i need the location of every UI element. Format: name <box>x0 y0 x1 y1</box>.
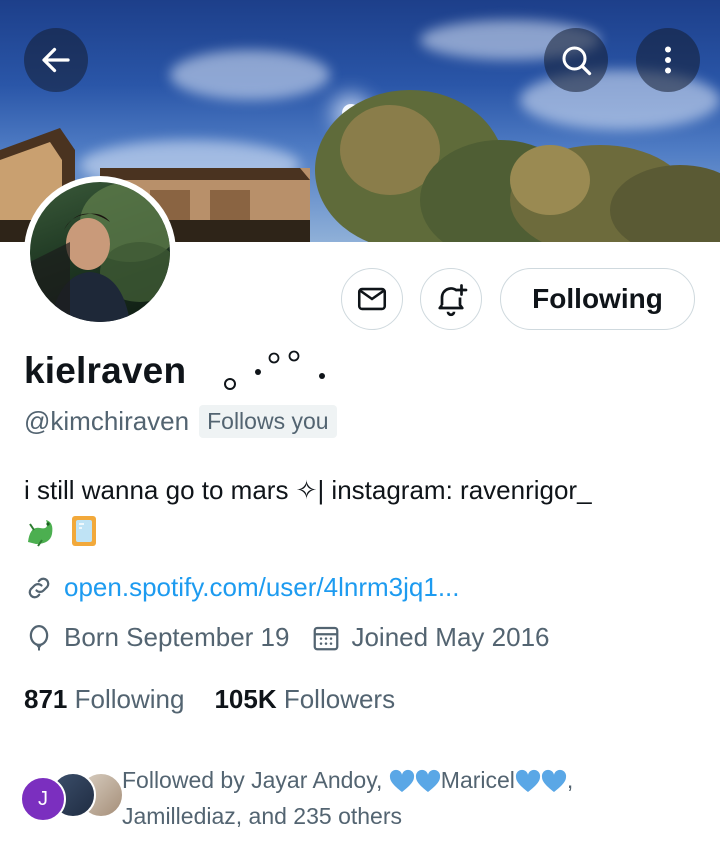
arrow-left-icon <box>42 47 70 73</box>
avatar-photo <box>30 182 170 322</box>
following-button[interactable]: Following <box>500 268 695 330</box>
followers-stat[interactable]: 105K Followers <box>214 684 395 715</box>
avatar: J <box>20 776 66 822</box>
link-row: open.spotify.com/user/4lnrm3jq1... <box>24 572 459 603</box>
blue-heart-icon <box>389 769 440 792</box>
dates-row: Born September 19 Joined May 2016 <box>24 622 550 653</box>
balloon-icon <box>29 624 49 650</box>
back-button[interactable] <box>24 28 88 92</box>
message-button[interactable] <box>341 268 403 330</box>
followed-by-avatars[interactable]: J <box>20 772 124 822</box>
search-icon <box>562 46 592 76</box>
born-date: Born September 19 <box>64 622 290 652</box>
bell-plus-icon <box>438 284 468 317</box>
dragon-icon <box>28 520 53 547</box>
follow-stats: 871 Following 105K Followers <box>24 684 395 715</box>
more-vertical-icon <box>665 46 671 74</box>
bio-emoji <box>28 516 96 547</box>
notify-button[interactable] <box>420 268 482 330</box>
following-stat[interactable]: 871 Following <box>24 684 184 715</box>
joined-date: Joined May 2016 <box>351 622 550 652</box>
profile-link[interactable]: open.spotify.com/user/4lnrm3jq1... <box>64 572 459 603</box>
display-name: kielraven <box>24 350 187 391</box>
name-decoration <box>224 350 325 390</box>
blue-heart-icon <box>515 769 566 792</box>
search-button[interactable] <box>544 28 608 92</box>
user-handle: @kimchiraven <box>24 406 190 436</box>
profile-avatar[interactable] <box>24 176 176 328</box>
mirror-icon <box>72 516 96 546</box>
trees <box>315 90 720 242</box>
calendar-icon <box>314 626 339 650</box>
more-button[interactable] <box>636 28 700 92</box>
follows-you-badge: Follows you <box>199 405 337 438</box>
handle-row: @kimchiraven Follows you <box>24 405 337 438</box>
envelope-icon <box>357 287 387 311</box>
link-icon <box>28 577 50 598</box>
bio-text: i still wanna go to mars ✧| instagram: r… <box>24 475 592 505</box>
followed-by-text[interactable]: Followed by Jayar Andoy, Maricel, Jamill… <box>122 762 702 834</box>
